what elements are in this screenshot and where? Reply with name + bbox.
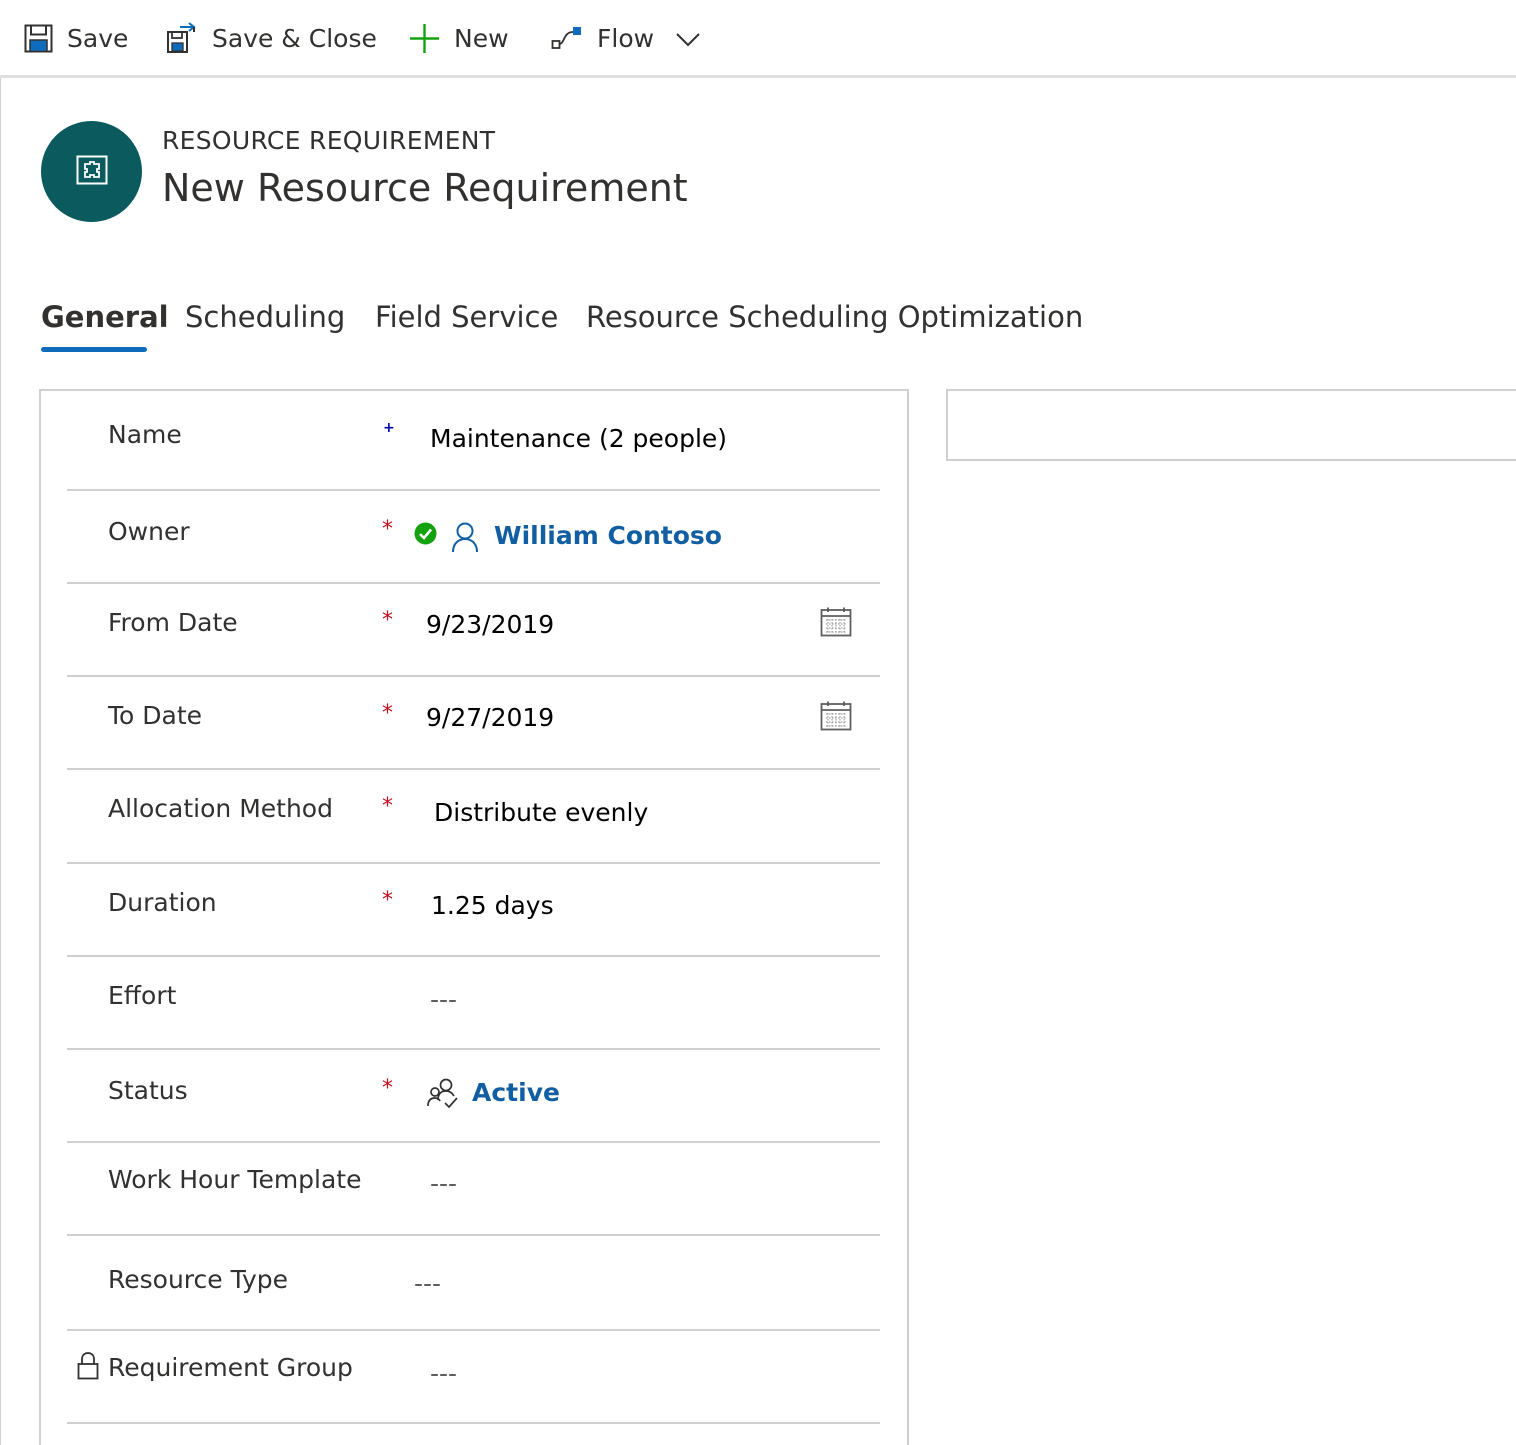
calendar-icon[interactable] [820,701,852,735]
command-bar: Save Save & Close New Flow [0,0,1516,78]
new-button[interactable]: New [409,16,509,60]
status-lookup-link[interactable]: Active [472,1078,560,1107]
resource-type-select[interactable]: --- [414,1269,441,1298]
new-label: New [454,23,509,53]
field-row-owner: Owner * William Contoso [67,491,880,584]
effort-input[interactable]: --- [430,985,457,1014]
flow-button[interactable]: Flow [551,16,654,60]
field-label-name: Name [108,420,182,449]
field-row-from-date: From Date * 9/23/2019 [67,584,880,677]
flow-label: Flow [597,23,655,53]
field-label-to-date: To Date [108,701,203,730]
recommended-marker: + [383,420,395,436]
calendar-icon[interactable] [820,607,852,641]
field-label-from-date: From Date [108,608,238,637]
chevron-down-icon [676,24,700,53]
field-label-owner: Owner [108,517,190,546]
field-row-allocation-method: Allocation Method * Distribute evenly [67,770,880,864]
check-circle-icon [414,522,437,549]
tab-resource-scheduling-optimization[interactable]: Resource Scheduling Optimization [586,300,1083,334]
tab-field-service[interactable]: Field Service [375,300,558,334]
field-row-effort: Effort --- [67,957,880,1050]
required-marker: * [382,794,393,819]
field-row-requirement-group: Requirement Group --- [67,1331,880,1424]
person-icon [451,521,479,557]
field-row-work-hour-template: Work Hour Template --- [67,1143,880,1236]
tab-scheduling[interactable]: Scheduling [185,300,345,334]
required-marker: * [382,517,393,542]
save-label: Save [67,23,129,53]
active-tab-indicator [41,347,147,352]
save-and-close-icon [166,22,198,54]
side-panel [946,389,1516,461]
app-root: Save Save & Close New Flow RESOURCE REQU… [0,0,1516,1445]
requirement-group-lookup: --- [430,1359,458,1388]
field-row-duration: Duration * 1.25 days [67,864,880,957]
more-commands-button[interactable] [676,16,700,60]
resource-requirement-icon [76,155,108,189]
entity-type-label: RESOURCE REQUIREMENT [162,126,496,155]
required-marker: * [382,608,393,633]
page-title: New Resource Requirement [162,166,688,210]
save-and-close-button[interactable]: Save & Close [166,16,377,60]
field-label-duration: Duration [108,888,217,917]
work-hour-template-lookup[interactable]: --- [430,1169,457,1198]
field-row-resource-type: Resource Type --- [67,1236,880,1331]
tab-general[interactable]: General [41,300,169,334]
flow-icon [551,24,583,52]
owner-lookup-link[interactable]: William Contoso [494,521,722,550]
save-icon [24,24,53,53]
field-label-requirement-group: Requirement Group [108,1353,353,1382]
from-date-input[interactable]: 9/23/2019 [426,610,554,639]
required-marker: * [382,888,393,913]
required-marker: * [382,701,393,726]
field-label-work-hour-template: Work Hour Template [108,1165,362,1194]
name-field[interactable]: Maintenance (2 people) [430,424,727,453]
field-row-to-date: To Date * 9/27/2019 [67,677,880,770]
field-row-name: Name + Maintenance (2 people) [67,394,880,491]
field-label-allocation-method: Allocation Method [108,794,333,823]
field-row-status: Status * Active [67,1050,880,1143]
plus-icon [409,23,440,54]
field-label-status: Status [108,1076,188,1105]
to-date-input[interactable]: 9/27/2019 [426,703,554,732]
entity-avatar [41,121,142,222]
field-label-resource-type: Resource Type [108,1265,289,1294]
lock-icon [77,1352,99,1384]
page-left-border [0,78,1,1445]
field-label-effort: Effort [108,981,177,1010]
duration-input[interactable]: 1.25 days [431,891,554,920]
required-marker: * [382,1076,393,1101]
status-icon [427,1077,459,1113]
allocation-method-select[interactable]: Distribute evenly [434,798,648,827]
save-button[interactable]: Save [24,16,128,60]
save-and-close-label: Save & Close [212,23,377,53]
